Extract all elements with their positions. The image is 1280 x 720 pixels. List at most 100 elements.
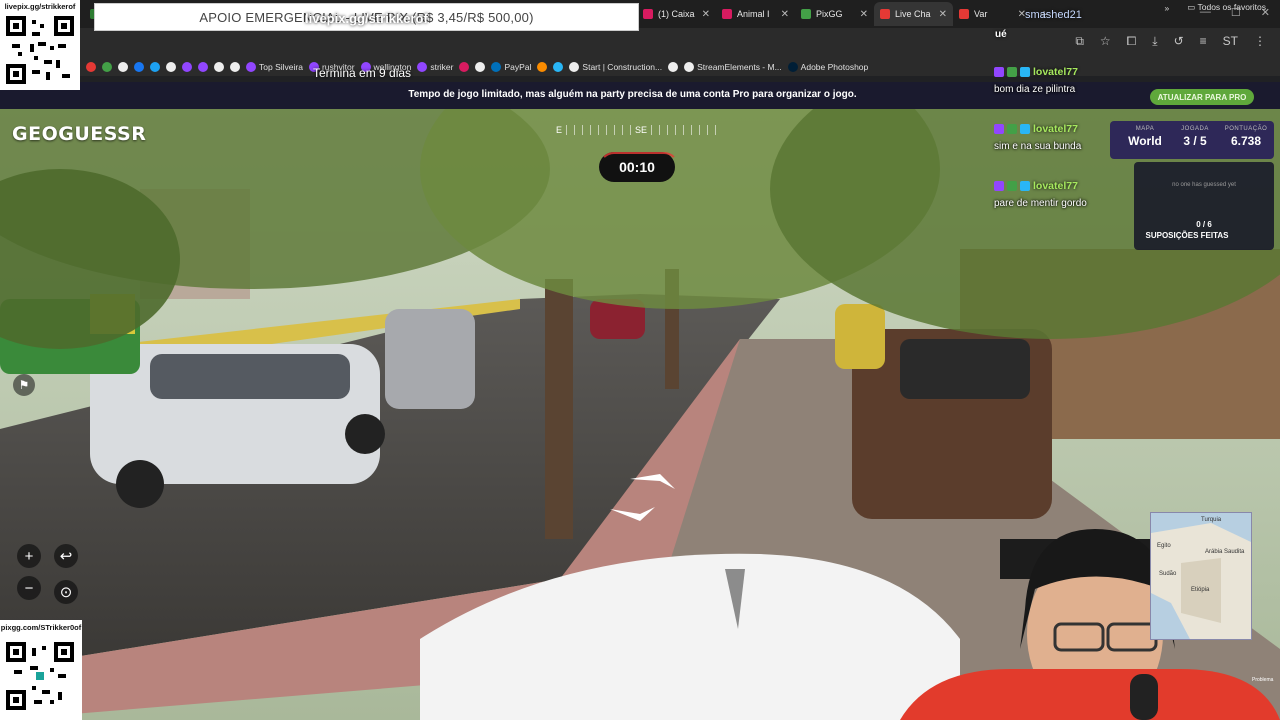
report-icon[interactable]: ⚑ bbox=[13, 374, 35, 396]
tab-favicon-icon bbox=[880, 9, 890, 19]
bookmark-favicon-icon bbox=[475, 62, 486, 72]
chat-message: lovatel77 sim e na sua bunda bbox=[994, 123, 1134, 152]
bookmark-item[interactable]: StreamElements - M... bbox=[684, 62, 782, 72]
qr-top-caption: livepix.gg/strikkerof bbox=[4, 2, 76, 11]
bookmark-favicon-icon bbox=[417, 62, 428, 72]
browser-tab[interactable]: Live Cha ✕ bbox=[874, 2, 953, 26]
badge-icon bbox=[1020, 181, 1030, 191]
chat-text: sim e na sua bunda bbox=[994, 141, 1082, 152]
star-icon[interactable]: ☆ bbox=[1100, 34, 1111, 49]
bookmark-favicon-icon bbox=[198, 62, 208, 72]
bookmark-item[interactable]: Top Silveira bbox=[246, 62, 303, 72]
bookmark-item[interactable] bbox=[475, 62, 486, 72]
more-icon[interactable]: ⋮ bbox=[1254, 34, 1266, 49]
qr-code-bottom: pixgg.com/STrikker0of bbox=[0, 620, 82, 720]
bookmark-item[interactable] bbox=[86, 62, 96, 72]
bookmark-item[interactable] bbox=[230, 62, 240, 72]
upgrade-to-pro-button[interactable]: ATUALIZAR PARA PRO bbox=[1150, 89, 1254, 105]
compass-ticks-2 bbox=[651, 125, 716, 135]
bookmark-item[interactable] bbox=[182, 62, 192, 72]
tab-favicon-icon bbox=[643, 9, 653, 19]
tab-title: (1) Caixa bbox=[658, 9, 695, 19]
score-label: PONTUAÇÃO bbox=[1224, 126, 1268, 132]
bookmark-favicon-icon bbox=[684, 62, 695, 72]
guess-minimap[interactable]: Turquia Egito Arábia Saudita Sudão Etióp… bbox=[1150, 512, 1252, 640]
chat-message: lovatel77 bom dia ze pilintra bbox=[994, 66, 1134, 95]
browser-tab[interactable]: (1) Caixa ✕ bbox=[637, 2, 716, 26]
bookmark-label: Top Silveira bbox=[259, 62, 303, 72]
livepix-url: livepix.gg/strikkerof bbox=[305, 11, 428, 26]
browser-tab[interactable]: Animal I ✕ bbox=[716, 2, 795, 26]
bookmark-item[interactable] bbox=[553, 62, 564, 72]
tab-close-icon[interactable]: ✕ bbox=[860, 9, 868, 20]
zoom-in-button[interactable]: + bbox=[17, 544, 41, 568]
bookmark-item[interactable] bbox=[102, 62, 112, 72]
download-icon[interactable]: ⤓ bbox=[1152, 34, 1157, 49]
tab-title: Live Cha bbox=[895, 9, 931, 19]
badge-icon bbox=[1007, 124, 1017, 134]
tab-title: Var bbox=[974, 9, 988, 19]
guesses-count: 0 / 6 bbox=[1196, 220, 1212, 229]
return-to-start-button[interactable]: ↩ bbox=[54, 544, 78, 568]
round-label: JOGADA bbox=[1181, 126, 1209, 132]
bookmark-item[interactable] bbox=[459, 62, 470, 72]
bookmark-label: Start | Construction... bbox=[582, 62, 663, 72]
chat-user: lovatel77 bbox=[994, 123, 1134, 135]
tab-title: Animal I bbox=[737, 9, 770, 19]
bookmark-item[interactable]: Adobe Photoshop bbox=[787, 62, 868, 72]
chat-message-ue: ué bbox=[995, 29, 1007, 40]
bookmark-favicon-icon bbox=[118, 62, 128, 72]
bookmark-item[interactable] bbox=[537, 62, 548, 72]
set-checkpoint-button[interactable]: ⊙ bbox=[54, 580, 78, 604]
bookmark-item[interactable] bbox=[198, 62, 208, 72]
badge-icon bbox=[1007, 67, 1017, 77]
chat-text: bom dia ze pilintra bbox=[994, 84, 1076, 95]
history-icon[interactable]: ↺ bbox=[1174, 34, 1184, 49]
bookmark-favicon-icon bbox=[668, 62, 679, 72]
bookmarks-folder[interactable]: ▭ Todos os favoritos bbox=[1187, 2, 1266, 13]
tab-close-icon[interactable]: ✕ bbox=[781, 9, 789, 20]
badge-icon bbox=[994, 124, 1004, 134]
bookmark-item[interactable] bbox=[150, 62, 160, 72]
chat-user: lovatel77 bbox=[994, 180, 1134, 192]
bookmark-favicon-icon bbox=[537, 62, 548, 72]
bookmark-favicon-icon bbox=[246, 62, 256, 72]
tab-close-icon[interactable]: ✕ bbox=[939, 9, 947, 20]
bookmark-item[interactable] bbox=[166, 62, 176, 72]
bookmark-item[interactable]: striker bbox=[417, 62, 453, 72]
tab-close-icon[interactable]: ✕ bbox=[702, 9, 710, 20]
bookmark-item[interactable] bbox=[134, 62, 144, 72]
geoguessr-logo[interactable]: GEOGUESSR bbox=[12, 123, 146, 145]
guesses-panel: no one has guessed yet 0 / 6 SUPOSIÇÕES … bbox=[1134, 162, 1274, 250]
bookmark-item[interactable] bbox=[668, 62, 679, 72]
browser-tab[interactable]: PixGG ✕ bbox=[795, 2, 874, 26]
extensions-icon[interactable]: ⧠ bbox=[1127, 34, 1137, 49]
tab-favicon-icon bbox=[959, 9, 969, 19]
bookmark-favicon-icon bbox=[134, 62, 144, 72]
screenshot-icon[interactable]: ⧉ bbox=[1075, 34, 1084, 49]
bookmark-favicon-icon bbox=[491, 62, 502, 72]
profile-icon[interactable]: ST bbox=[1223, 34, 1238, 49]
badge-icon bbox=[994, 67, 1004, 77]
bookmarks-more-button[interactable]: » bbox=[1165, 3, 1170, 13]
browser-tab[interactable]: Var ✕ bbox=[953, 2, 1032, 26]
score-value: 6.738 bbox=[1230, 134, 1262, 148]
qr-bottom-caption: pixgg.com/STrikker0of bbox=[0, 623, 82, 632]
browser-toolbar: ⧉ ☆ ⧠ ⤓ ↺ ≡ ST ⋮ bbox=[0, 28, 1280, 58]
bookmark-item[interactable]: PayPal bbox=[491, 62, 531, 72]
bookmark-favicon-icon bbox=[230, 62, 240, 72]
bookmark-item[interactable] bbox=[214, 62, 224, 72]
zoom-out-button[interactable]: − bbox=[17, 576, 41, 600]
qr-code-top: livepix.gg/strikkerof bbox=[0, 0, 80, 90]
round-timer: 00:10 bbox=[599, 152, 679, 182]
minimap-label-saudi: Arábia Saudita bbox=[1205, 549, 1245, 555]
menu-icon[interactable]: ≡ bbox=[1200, 34, 1207, 49]
toolbar-icons: ⧉ ☆ ⧠ ⤓ ↺ ≡ ST ⋮ bbox=[1075, 34, 1266, 49]
status-score: PONTUAÇÃO 6.738 bbox=[1220, 126, 1272, 148]
bookmark-item[interactable]: Start | Construction... bbox=[569, 62, 662, 72]
chat-username: lovatel77 bbox=[1033, 180, 1078, 192]
chat-username: lovatel77 bbox=[1033, 66, 1078, 78]
badge-icon bbox=[1007, 181, 1017, 191]
qr-code-bottom-image bbox=[6, 642, 74, 710]
bookmark-item[interactable] bbox=[118, 62, 128, 72]
